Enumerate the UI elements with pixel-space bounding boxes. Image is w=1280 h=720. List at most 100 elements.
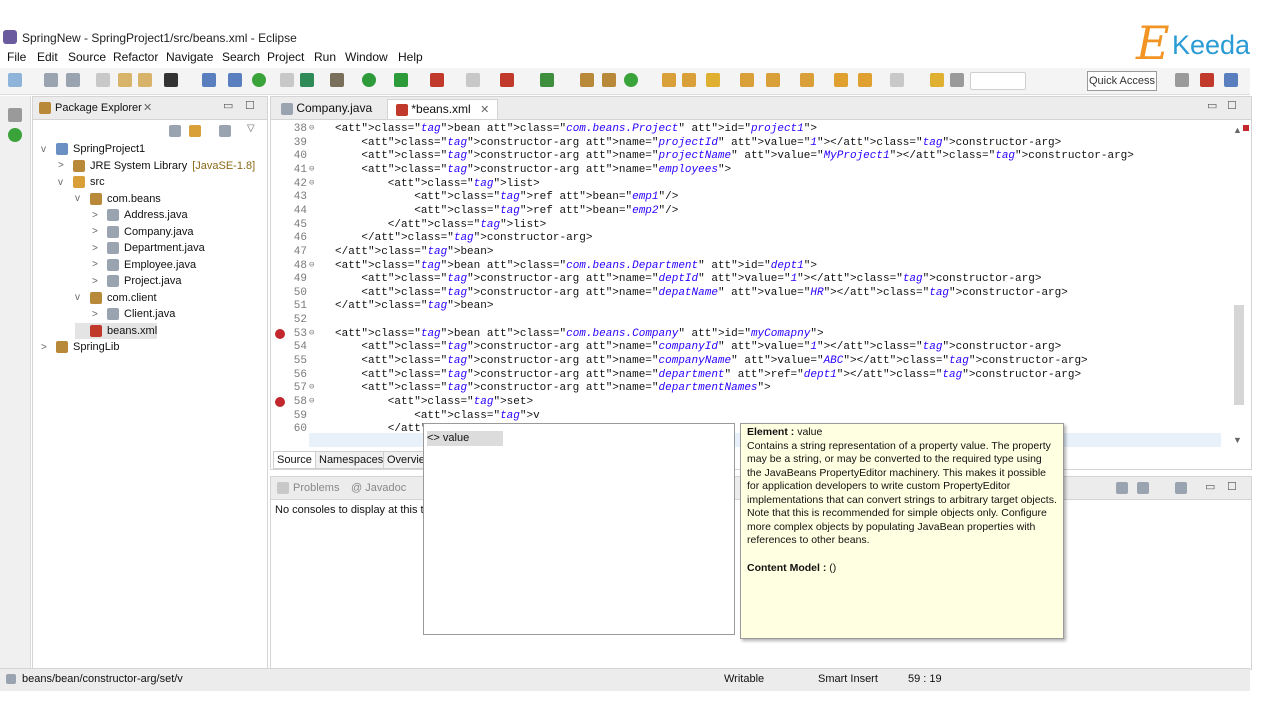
minimize-icon[interactable]: ▭	[1207, 99, 1217, 112]
chevron-right-icon[interactable]: >	[41, 342, 51, 353]
tab-company-java[interactable]: Company.java	[273, 99, 380, 118]
tree-item[interactable]: > Company.java	[92, 224, 194, 240]
pencil-icon[interactable]	[706, 73, 720, 87]
expand-down-icon[interactable]: v	[75, 193, 85, 204]
run-config-icon[interactable]	[394, 73, 408, 87]
menu-window[interactable]: Window	[345, 50, 388, 64]
tree-item[interactable]: v SpringProject1	[41, 141, 145, 157]
chevron-right-icon[interactable]: >	[92, 226, 102, 237]
menu-help[interactable]: Help	[398, 50, 423, 64]
collapse-all-icon[interactable]	[169, 125, 181, 137]
tab-beans-xml[interactable]: *beans.xml ✕	[387, 99, 499, 119]
content-assist-item[interactable]: <> value	[427, 431, 503, 446]
maximize-icon[interactable]: ☐	[245, 99, 255, 112]
expand-down-icon[interactable]: v	[58, 177, 68, 188]
back-icon[interactable]	[834, 73, 848, 87]
error-marker-icon[interactable]	[275, 397, 285, 407]
scroll-up-icon[interactable]: ▲	[1233, 125, 1242, 135]
fold-toggle-icon[interactable]: ⊖	[309, 178, 314, 188]
expand-down-icon[interactable]: v	[41, 144, 51, 155]
view-menu-icon[interactable]: ▽	[247, 123, 255, 134]
open-console-icon[interactable]	[1137, 482, 1149, 494]
menu-source[interactable]: Source	[68, 50, 106, 64]
maximize-icon[interactable]: ☐	[1227, 480, 1237, 493]
fold-toggle-icon[interactable]: ⊖	[309, 328, 314, 338]
back-arrow-icon[interactable]	[858, 73, 872, 87]
tree-item[interactable]: v src	[58, 174, 105, 190]
search-icon[interactable]	[624, 73, 638, 87]
link-editor-icon[interactable]	[189, 125, 201, 137]
focus-icon[interactable]	[219, 125, 231, 137]
forward-icon[interactable]	[890, 73, 904, 87]
pin-icon[interactable]	[930, 73, 944, 87]
expand-down-icon[interactable]: v	[75, 292, 85, 303]
toggle-mark-icon[interactable]	[280, 73, 294, 87]
annotation-icon[interactable]	[740, 73, 754, 87]
debug-icon[interactable]	[164, 73, 178, 87]
stop-icon[interactable]	[466, 73, 480, 87]
scroll-down-icon[interactable]: ▼	[1233, 435, 1242, 445]
xml-source-editor[interactable]: 38 ⊖ <att">class="tag">bean att">class="co…	[271, 121, 1221, 447]
bug-icon[interactable]	[330, 73, 344, 87]
tree-item[interactable]: > Department.java	[92, 240, 205, 256]
tab-source[interactable]: Source	[273, 451, 316, 469]
maximize-icon[interactable]: ☐	[1227, 99, 1237, 112]
tree-item[interactable]: beans.xml	[75, 322, 158, 339]
tree-item[interactable]: v com.client	[75, 290, 157, 306]
java-ee-perspective-icon[interactable]	[1200, 73, 1214, 87]
chevron-right-icon[interactable]: >	[92, 243, 102, 254]
perspective-combo[interactable]	[970, 72, 1026, 90]
save-all-icon[interactable]	[66, 73, 80, 87]
external-tools-icon[interactable]	[430, 73, 444, 87]
hierarchy-icon[interactable]	[602, 73, 616, 87]
spring-view-icon[interactable]	[8, 128, 22, 142]
tree-item[interactable]: > JRE System Library [JavaSE-1.8]	[58, 158, 255, 174]
print-icon[interactable]	[96, 73, 110, 87]
fold-toggle-icon[interactable]: ⊖	[309, 260, 314, 270]
fold-toggle-icon[interactable]: ⊖	[309, 123, 314, 133]
menu-search[interactable]: Search	[222, 50, 260, 64]
open-perspective-button-icon[interactable]	[1175, 73, 1189, 87]
chevron-right-icon[interactable]: >	[92, 276, 102, 287]
vertical-scrollbar[interactable]: ▲ ▼	[1231, 125, 1249, 445]
next-annotation-icon[interactable]	[766, 73, 780, 87]
chevron-right-icon[interactable]: >	[92, 259, 102, 270]
tab-javadoc[interactable]: @ Javadoc	[351, 482, 406, 494]
chevron-right-icon[interactable]: >	[92, 210, 102, 221]
menu-project[interactable]: Project	[267, 50, 304, 64]
package-explorer-tab[interactable]: Package Explorer ✕ ▭ ☐	[33, 97, 267, 120]
tab-problems[interactable]: Problems	[293, 482, 339, 494]
folder-icon[interactable]	[662, 73, 676, 87]
java-perspective-icon[interactable]	[1224, 73, 1238, 87]
error-marker-overview[interactable]	[1243, 125, 1249, 131]
tree-item[interactable]: v com.beans	[75, 191, 161, 207]
prev-annotation-icon[interactable]	[800, 73, 814, 87]
chevron-right-icon[interactable]: >	[58, 160, 68, 171]
chevron-right-icon[interactable]: >	[92, 309, 102, 320]
open-type-icon[interactable]	[118, 73, 132, 87]
new-icon[interactable]	[8, 73, 22, 87]
minimize-icon[interactable]: ▭	[1205, 480, 1215, 493]
fold-toggle-icon[interactable]: ⊖	[309, 382, 314, 392]
error-marker-icon[interactable]	[275, 328, 285, 339]
menu-refactor[interactable]: Refactor	[113, 50, 158, 64]
save-icon[interactable]	[44, 73, 58, 87]
new-class-icon[interactable]	[540, 73, 554, 87]
skip-breakpoints-icon[interactable]	[228, 73, 242, 87]
fold-toggle-icon[interactable]: ⊖	[309, 164, 314, 174]
open-perspective-icon[interactable]	[580, 73, 594, 87]
grid-icon[interactable]	[950, 73, 964, 87]
minimize-icon[interactable]: ▭	[223, 99, 233, 112]
run-icon[interactable]	[362, 73, 376, 87]
scroll-thumb[interactable]	[1234, 305, 1244, 405]
new-console-icon[interactable]	[1175, 482, 1187, 494]
menu-file[interactable]: File	[7, 50, 26, 64]
display-console-icon[interactable]	[1116, 482, 1128, 494]
tree-item[interactable]: > SpringLib	[41, 339, 119, 355]
tab-namespaces[interactable]: Namespaces	[315, 451, 388, 469]
tree-item[interactable]: > Client.java	[92, 306, 175, 322]
menu-run[interactable]: Run	[314, 50, 336, 64]
fold-toggle-icon[interactable]: ⊖	[309, 396, 314, 406]
tree-item[interactable]: > Employee.java	[92, 257, 196, 273]
close-icon[interactable]: ✕	[143, 101, 152, 114]
